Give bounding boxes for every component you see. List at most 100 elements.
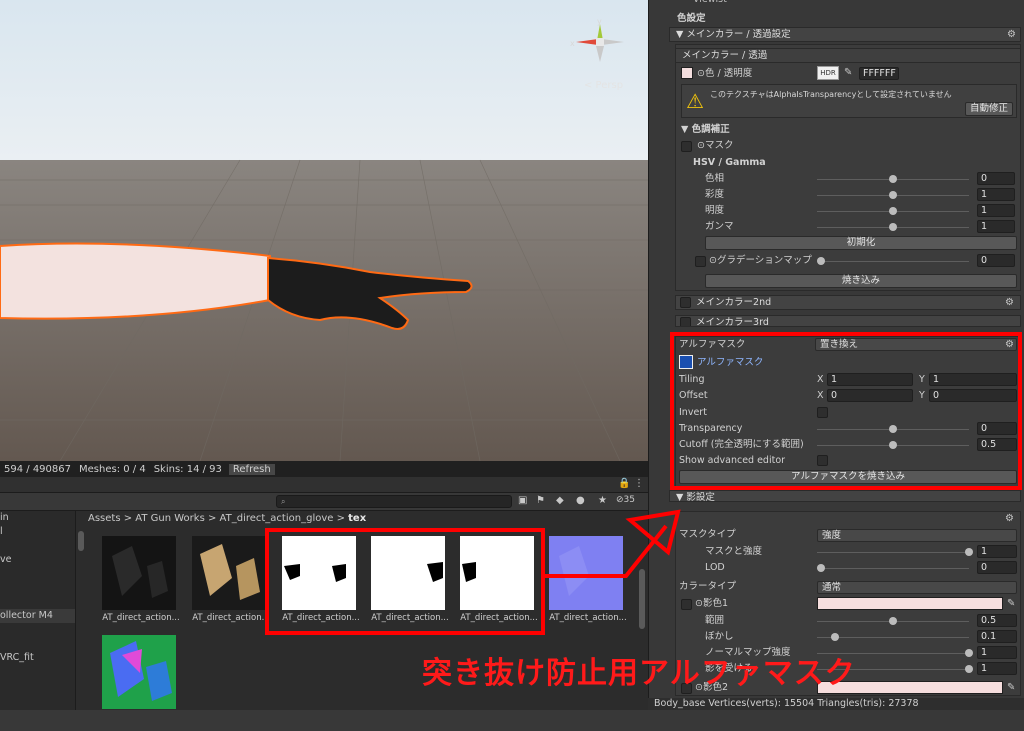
folder-tree[interactable]: in l ve ollector M4 VRC_fit xyxy=(0,511,76,710)
gamma-label: ガンマ xyxy=(705,221,734,232)
gamma-slider[interactable] xyxy=(817,223,969,231)
slider-knob[interactable] xyxy=(889,223,897,231)
mask-strength-value[interactable]: 1 xyxy=(977,545,1017,558)
annotation-text: 突き抜け防止用アルファマスク xyxy=(422,656,856,691)
hdr-badge[interactable]: HDR xyxy=(817,66,839,80)
eyedropper-icon[interactable]: ✎ xyxy=(1007,682,1015,693)
svg-text:y: y xyxy=(597,17,602,26)
main2-checkbox[interactable] xyxy=(680,297,691,308)
asset-tile[interactable]: AT_direct_action... xyxy=(188,536,270,632)
crumb-glove[interactable]: AT_direct_action_glove xyxy=(220,513,334,524)
main3-checkbox[interactable] xyxy=(680,317,691,326)
slider-knob[interactable] xyxy=(965,665,973,673)
gradmap-checkbox[interactable] xyxy=(695,256,706,267)
saturation-value[interactable]: 1 xyxy=(977,188,1015,201)
eyedropper-icon[interactable]: ✎ xyxy=(1007,598,1015,609)
main-color-sub-header: メインカラー / 透過 xyxy=(675,48,1021,63)
bake-button[interactable]: 焼き込み xyxy=(705,274,1017,288)
tree-item[interactable]: ollector M4 xyxy=(0,609,75,623)
section-color-label: 色設定 xyxy=(677,13,706,24)
tree-item[interactable] xyxy=(0,567,75,581)
color-swatch[interactable] xyxy=(681,67,693,79)
hue-slider[interactable] xyxy=(817,175,969,183)
saturation-slider[interactable] xyxy=(817,191,969,199)
asset-tile[interactable] xyxy=(98,635,178,731)
tree-item[interactable] xyxy=(0,539,75,553)
textures-highlight xyxy=(265,528,545,635)
blur-slider[interactable] xyxy=(817,633,969,641)
eyedropper-icon[interactable]: ✎ xyxy=(844,67,852,78)
tree-item[interactable]: VRC_fit xyxy=(0,651,75,665)
scene-render[interactable] xyxy=(0,0,648,477)
slider-knob[interactable] xyxy=(889,175,897,183)
lod-slider[interactable] xyxy=(817,564,969,572)
tree-scrollbar[interactable] xyxy=(78,531,84,551)
main2-header[interactable]: メインカラー2nd xyxy=(675,295,1021,310)
slider-knob[interactable] xyxy=(889,207,897,215)
lock-icon[interactable]: 🔒 xyxy=(618,478,630,489)
shadow1-color-field[interactable] xyxy=(817,597,1003,610)
meshes-stat: Meshes: 0 / 4 xyxy=(79,463,146,475)
hex-field[interactable]: FFFFFF xyxy=(859,67,899,80)
alpha-mask-highlight xyxy=(670,332,1022,490)
asset-label: AT_direct_action... xyxy=(192,613,270,623)
slider-knob[interactable] xyxy=(889,617,897,625)
slider-knob[interactable] xyxy=(831,633,839,641)
tree-item[interactable]: l xyxy=(0,525,75,539)
tree-item[interactable] xyxy=(0,595,75,609)
slider-knob[interactable] xyxy=(817,257,825,265)
slider-knob[interactable] xyxy=(965,649,973,657)
auto-fix-button[interactable]: 自動修正 xyxy=(965,102,1013,116)
search-input[interactable]: ⌕ xyxy=(276,495,512,508)
mask-checkbox[interactable] xyxy=(681,141,692,152)
brightness-slider[interactable] xyxy=(817,207,969,215)
crumb-gunworks[interactable]: AT Gun Works xyxy=(135,513,205,524)
blur-value[interactable]: 0.1 xyxy=(977,630,1017,643)
crumb-assets[interactable]: Assets xyxy=(88,513,121,524)
tree-item[interactable]: ve xyxy=(0,553,75,567)
brightness-label: 明度 xyxy=(705,205,725,216)
filter-type-icon[interactable]: ▣ xyxy=(518,495,527,506)
receive-shadow-value[interactable]: 1 xyxy=(977,662,1017,675)
asset-tile[interactable]: AT_direct_action... xyxy=(98,536,180,632)
tree-item[interactable]: in xyxy=(0,511,75,525)
warning-text: このテクスチャはAlphaIsTransparencyとして設定されていません xyxy=(710,90,952,99)
mask-strength-slider[interactable] xyxy=(817,548,973,556)
verts-stat: 594 / 490867 xyxy=(4,463,71,475)
range-value[interactable]: 0.5 xyxy=(977,614,1017,627)
mask-strength-label: マスクと強度 xyxy=(705,546,763,557)
gear-icon[interactable]: ⚙ xyxy=(1007,29,1016,40)
gear-icon[interactable]: ⚙ xyxy=(1005,513,1014,524)
range-slider[interactable] xyxy=(817,617,969,625)
shadow1-checkbox[interactable] xyxy=(681,599,692,610)
main3-header[interactable]: メインカラー3rd xyxy=(675,315,1021,327)
main2-label: メインカラー2nd xyxy=(696,297,772,308)
scene-view[interactable]: y x < Persp xyxy=(0,0,648,477)
gear-icon[interactable]: ⚙ xyxy=(1005,297,1014,308)
gradmap-slider[interactable] xyxy=(817,257,969,265)
refresh-button[interactable]: Refresh xyxy=(227,462,276,476)
more-icon[interactable]: ⋮ xyxy=(634,478,644,489)
tree-item[interactable] xyxy=(0,623,75,637)
reset-button[interactable]: 初期化 xyxy=(705,236,1017,250)
slider-knob[interactable] xyxy=(817,564,825,572)
mask-type-dropdown[interactable]: 強度 xyxy=(817,529,1017,542)
hue-value[interactable]: 0 xyxy=(977,172,1015,185)
lod-value[interactable]: 0 xyxy=(977,561,1017,574)
crumb-tex[interactable]: tex xyxy=(348,513,366,524)
main-color-header[interactable]: ▼ メインカラー / 透過設定 xyxy=(669,27,1021,42)
saturation-label: 彩度 xyxy=(705,189,725,200)
slider-knob[interactable] xyxy=(965,548,973,556)
tree-item[interactable] xyxy=(0,581,75,595)
gamma-value[interactable]: 1 xyxy=(977,220,1015,233)
perspective-label[interactable]: < Persp xyxy=(584,80,623,91)
tone-correction-header[interactable]: ▼ 色調補正 xyxy=(681,122,730,138)
blur-label: ぼかし xyxy=(705,631,734,642)
color-type-dropdown[interactable]: 通常 xyxy=(817,581,1017,594)
normal-strength-value[interactable]: 1 xyxy=(977,646,1017,659)
shadow-header[interactable]: ▼ 影設定 xyxy=(669,490,1021,502)
brightness-value[interactable]: 1 xyxy=(977,204,1015,217)
tree-item[interactable] xyxy=(0,637,75,651)
gradmap-value[interactable]: 0 xyxy=(977,254,1015,267)
slider-knob[interactable] xyxy=(889,191,897,199)
